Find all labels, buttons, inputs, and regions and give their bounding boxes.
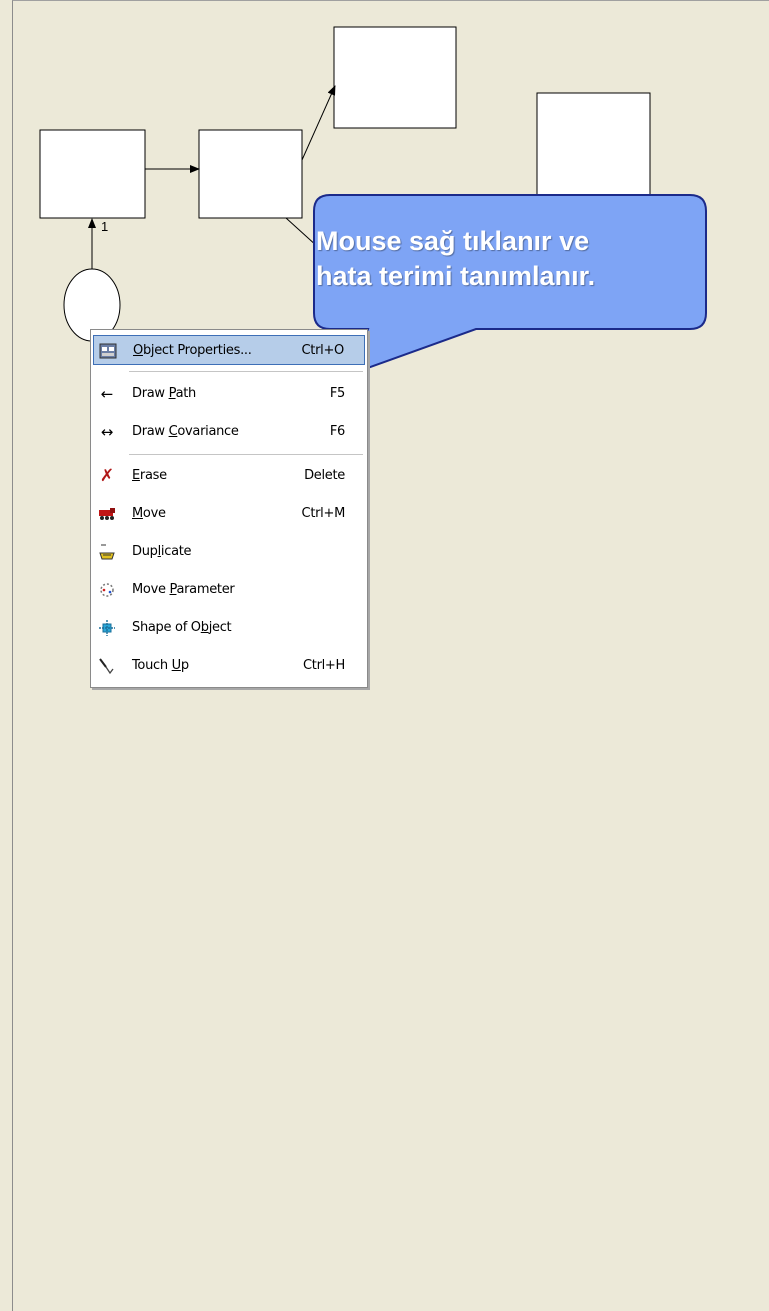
menu-separator xyxy=(129,454,363,455)
callout-text: Mouse sağ tıklanır ve hata terimi tanıml… xyxy=(316,224,706,294)
menu-item-label: Move xyxy=(132,506,166,521)
menu-item-erase[interactable]: ✗ Erase Delete xyxy=(93,461,365,491)
menu-item-label: Move Parameter xyxy=(132,582,235,597)
callout-line-2: hata terimi tanımlanır. xyxy=(316,261,596,291)
menu-item-label: Draw Covariance xyxy=(132,424,239,439)
menu-item-move-parameter[interactable]: Move Parameter xyxy=(93,575,365,605)
context-menu: Object Properties... Ctrl+O ← Draw Path … xyxy=(90,329,368,688)
menu-item-draw-covariance[interactable]: ↔ Draw Covariance F6 xyxy=(93,417,365,447)
menu-item-move[interactable]: Move Ctrl+M xyxy=(93,499,365,529)
double-arrow-icon: ↔ xyxy=(100,423,114,441)
menu-item-label: Shape of Object xyxy=(132,620,232,635)
object-properties-icon xyxy=(99,342,117,360)
menu-item-label: Duplicate xyxy=(132,544,192,559)
menu-item-draw-path[interactable]: ← Draw Path F5 xyxy=(93,379,365,409)
menu-item-shortcut: Ctrl+M xyxy=(301,506,346,521)
menu-item-label: Object Properties... xyxy=(133,343,252,358)
menu-item-label: Draw Path xyxy=(132,386,196,401)
callout-line-1: Mouse sağ tıklanır ve xyxy=(316,226,590,256)
move-parameter-icon xyxy=(98,581,116,599)
erase-x-icon: ✗ xyxy=(99,466,115,486)
move-truck-icon xyxy=(98,505,116,523)
menu-item-shortcut: Ctrl+O xyxy=(301,343,345,358)
menu-item-touch-up[interactable]: Touch Up Ctrl+H xyxy=(93,651,365,681)
menu-item-shape-of-object[interactable]: Shape of Object xyxy=(93,613,365,643)
duplicate-icon xyxy=(98,543,116,561)
menu-item-shortcut: Delete xyxy=(304,468,345,483)
shape-of-object-icon xyxy=(98,619,116,637)
menu-item-label: Erase xyxy=(132,468,167,483)
left-arrow-icon: ← xyxy=(100,385,114,403)
menu-separator xyxy=(129,371,363,372)
menu-item-shortcut: Ctrl+H xyxy=(303,658,345,673)
menu-item-duplicate[interactable]: Duplicate xyxy=(93,537,365,567)
touch-up-icon xyxy=(98,657,116,675)
menu-item-shortcut: F6 xyxy=(329,424,345,439)
menu-item-shortcut: F5 xyxy=(329,386,345,401)
menu-item-label: Touch Up xyxy=(132,658,189,673)
menu-item-object-properties[interactable]: Object Properties... Ctrl+O xyxy=(93,335,365,365)
